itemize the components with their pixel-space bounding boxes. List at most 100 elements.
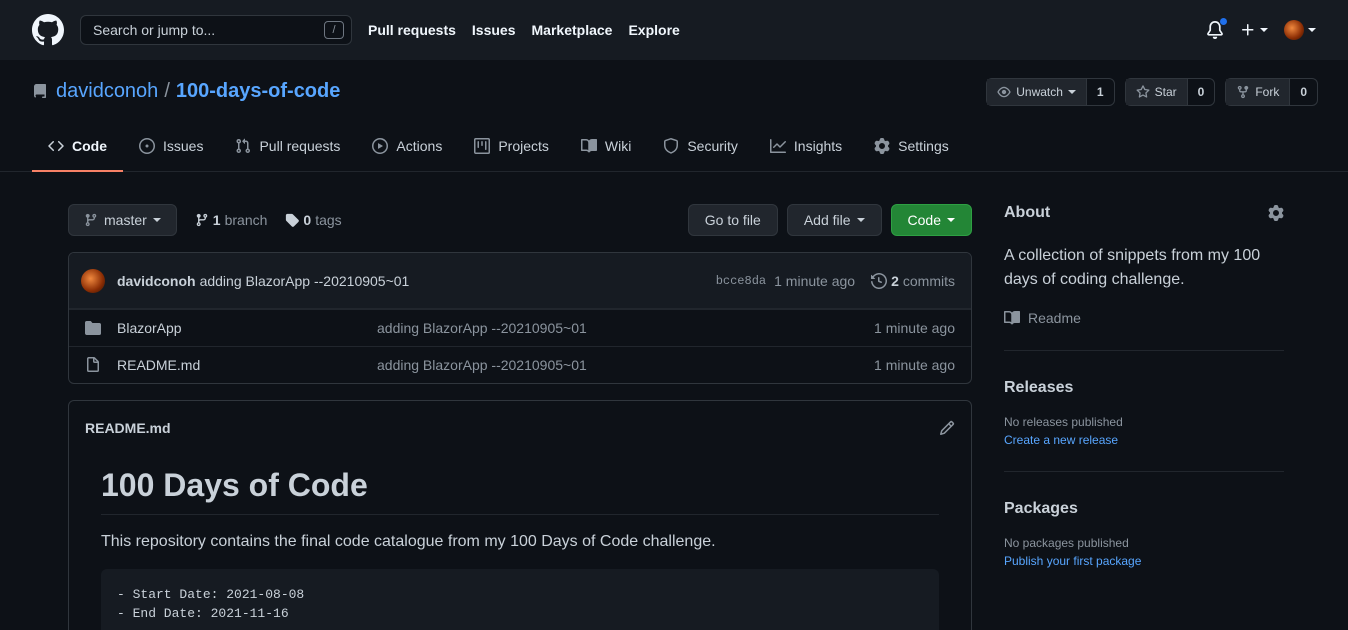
eye-icon <box>997 86 1011 98</box>
github-logo-icon[interactable] <box>32 14 80 46</box>
readme-content: 100 Days of Code This repository contain… <box>69 455 971 630</box>
search-input[interactable]: Search or jump to... / <box>80 15 352 45</box>
tags-link[interactable]: 0 tags <box>285 212 342 228</box>
commit-age: 1 minute ago <box>774 272 856 289</box>
tab-label: Settings <box>898 138 949 154</box>
readme-code-block: - Start Date: 2021-08-08 - End Date: 202… <box>101 569 939 630</box>
star-group: Star 0 <box>1124 78 1216 106</box>
gear-icon[interactable] <box>1268 205 1284 221</box>
branch-icon <box>85 213 97 227</box>
branches-link[interactable]: 1 branch <box>195 212 268 228</box>
add-file-button[interactable]: Add file <box>786 204 882 236</box>
file-name-link[interactable]: BlazorApp <box>117 320 377 336</box>
watch-group: Unwatch 1 <box>986 78 1115 106</box>
repo-tabs: Code Issues Pull requests Actions Projec… <box>32 122 965 172</box>
tab-label: Actions <box>396 138 443 154</box>
notifications-bell-icon[interactable] <box>1206 17 1228 39</box>
tab-label: Insights <box>793 138 843 154</box>
tab-label: Wiki <box>604 138 632 154</box>
go-to-file-button[interactable]: Go to file <box>687 204 778 236</box>
star-button[interactable]: Star <box>1125 79 1188 105</box>
tag-icon <box>286 213 300 227</box>
avatar[interactable] <box>81 268 105 293</box>
nav-marketplace[interactable]: Marketplace <box>532 22 613 38</box>
packages-section: Packages No packages published Publish y… <box>1004 471 1284 568</box>
star-icon <box>1136 85 1150 98</box>
nav-pull-requests[interactable]: Pull requests <box>368 22 456 38</box>
nav-issues[interactable]: Issues <box>472 22 516 38</box>
fork-label: Fork <box>1255 85 1280 99</box>
tab-insights[interactable]: Insights <box>754 122 858 172</box>
repo-main-column: master 1 branch 0 tags Go to file Add fi… <box>68 204 972 630</box>
tab-projects[interactable]: Projects <box>458 122 565 172</box>
repo-sidebar: About A collection of snippets from my 1… <box>1004 204 1284 568</box>
branch-icon <box>196 213 208 227</box>
repo-description: A collection of snippets from my 100 day… <box>1004 247 1261 288</box>
packages-title[interactable]: Packages <box>1004 500 1284 518</box>
tab-security[interactable]: Security <box>647 122 754 172</box>
plus-icon <box>1242 24 1254 36</box>
file-row-file[interactable]: README.md adding BlazorApp --20210905~01… <box>69 346 971 383</box>
releases-title[interactable]: Releases <box>1004 379 1284 397</box>
nav-explore[interactable]: Explore <box>628 22 679 38</box>
releases-empty-text: No releases published <box>1004 415 1123 429</box>
file-age: 1 minute ago <box>874 320 955 336</box>
branch-count: 1 <box>212 212 221 228</box>
add-file-label: Add file <box>803 212 851 228</box>
chevron-down-icon <box>1067 90 1076 94</box>
tab-wiki[interactable]: Wiki <box>565 122 647 172</box>
tab-issues[interactable]: Issues <box>123 122 219 172</box>
readme-filename-link[interactable]: README.md <box>85 420 171 436</box>
tab-actions[interactable]: Actions <box>356 122 458 172</box>
folder-icon <box>85 321 101 335</box>
file-navigation: master 1 branch 0 tags Go to file Add fi… <box>68 204 972 236</box>
packages-empty-text: No packages published <box>1004 536 1129 550</box>
search-placeholder: Search or jump to... <box>93 22 216 38</box>
watch-count[interactable]: 1 <box>1087 79 1114 105</box>
latest-commit: davidconoh adding BlazorApp --20210905~0… <box>69 253 971 309</box>
project-icon <box>474 138 491 154</box>
star-count[interactable]: 0 <box>1188 79 1215 105</box>
readme-panel: README.md 100 Days of Code This reposito… <box>68 400 972 630</box>
file-row-folder[interactable]: BlazorApp adding BlazorApp --20210905~01… <box>69 309 971 346</box>
readme-title: 100 Days of Code <box>101 467 939 515</box>
commit-count-label: commits <box>902 272 955 289</box>
tab-label: Issues <box>163 138 204 154</box>
commits-history-link[interactable]: 2 commits <box>871 273 955 289</box>
history-icon <box>871 272 888 289</box>
pencil-icon[interactable] <box>939 420 955 436</box>
tab-pull-requests[interactable]: Pull requests <box>219 122 356 172</box>
code-line: - Start Date: 2021-08-08 <box>117 587 305 602</box>
file-name-link[interactable]: README.md <box>117 357 377 373</box>
repo-breadcrumb: davidconoh / 100-days-of-code <box>32 80 340 103</box>
create-release-link[interactable]: Create a new release <box>1004 433 1284 447</box>
repo-owner-link[interactable]: davidconoh <box>56 80 158 103</box>
create-new-menu[interactable] <box>1240 22 1268 38</box>
tab-code[interactable]: Code <box>32 122 123 172</box>
fork-count[interactable]: 0 <box>1290 79 1317 105</box>
commit-author-link[interactable]: davidconoh <box>117 273 196 289</box>
releases-section: Releases No releases published Create a … <box>1004 350 1284 447</box>
gear-icon <box>874 138 890 154</box>
code-button[interactable]: Code <box>890 204 972 236</box>
commit-message-link[interactable]: adding BlazorApp --20210905~01 <box>200 273 410 289</box>
fork-button[interactable]: Fork <box>1226 79 1291 105</box>
file-commit-message[interactable]: adding BlazorApp --20210905~01 <box>377 357 874 373</box>
branch-select-button[interactable]: master <box>68 204 177 236</box>
unwatch-button[interactable]: Unwatch <box>987 79 1087 105</box>
file-age: 1 minute ago <box>874 357 955 373</box>
commit-count: 2 <box>891 272 899 289</box>
user-menu[interactable] <box>1284 20 1316 40</box>
branch-count-label: branch <box>224 212 268 228</box>
file-commit-message[interactable]: adding BlazorApp --20210905~01 <box>377 320 874 336</box>
publish-package-link[interactable]: Publish your first package <box>1004 554 1284 568</box>
chevron-down-icon <box>1260 28 1268 32</box>
readme-link[interactable]: Readme <box>1004 310 1284 326</box>
code-line: - End Date: 2021-11-16 <box>117 606 289 621</box>
tab-settings[interactable]: Settings <box>858 122 965 172</box>
repo-name-link[interactable]: 100-days-of-code <box>176 80 341 103</box>
tab-label: Code <box>72 138 107 154</box>
commit-sha-link[interactable]: bcce8da <box>716 274 766 288</box>
file-icon <box>87 357 99 372</box>
tab-label: Security <box>687 138 738 154</box>
